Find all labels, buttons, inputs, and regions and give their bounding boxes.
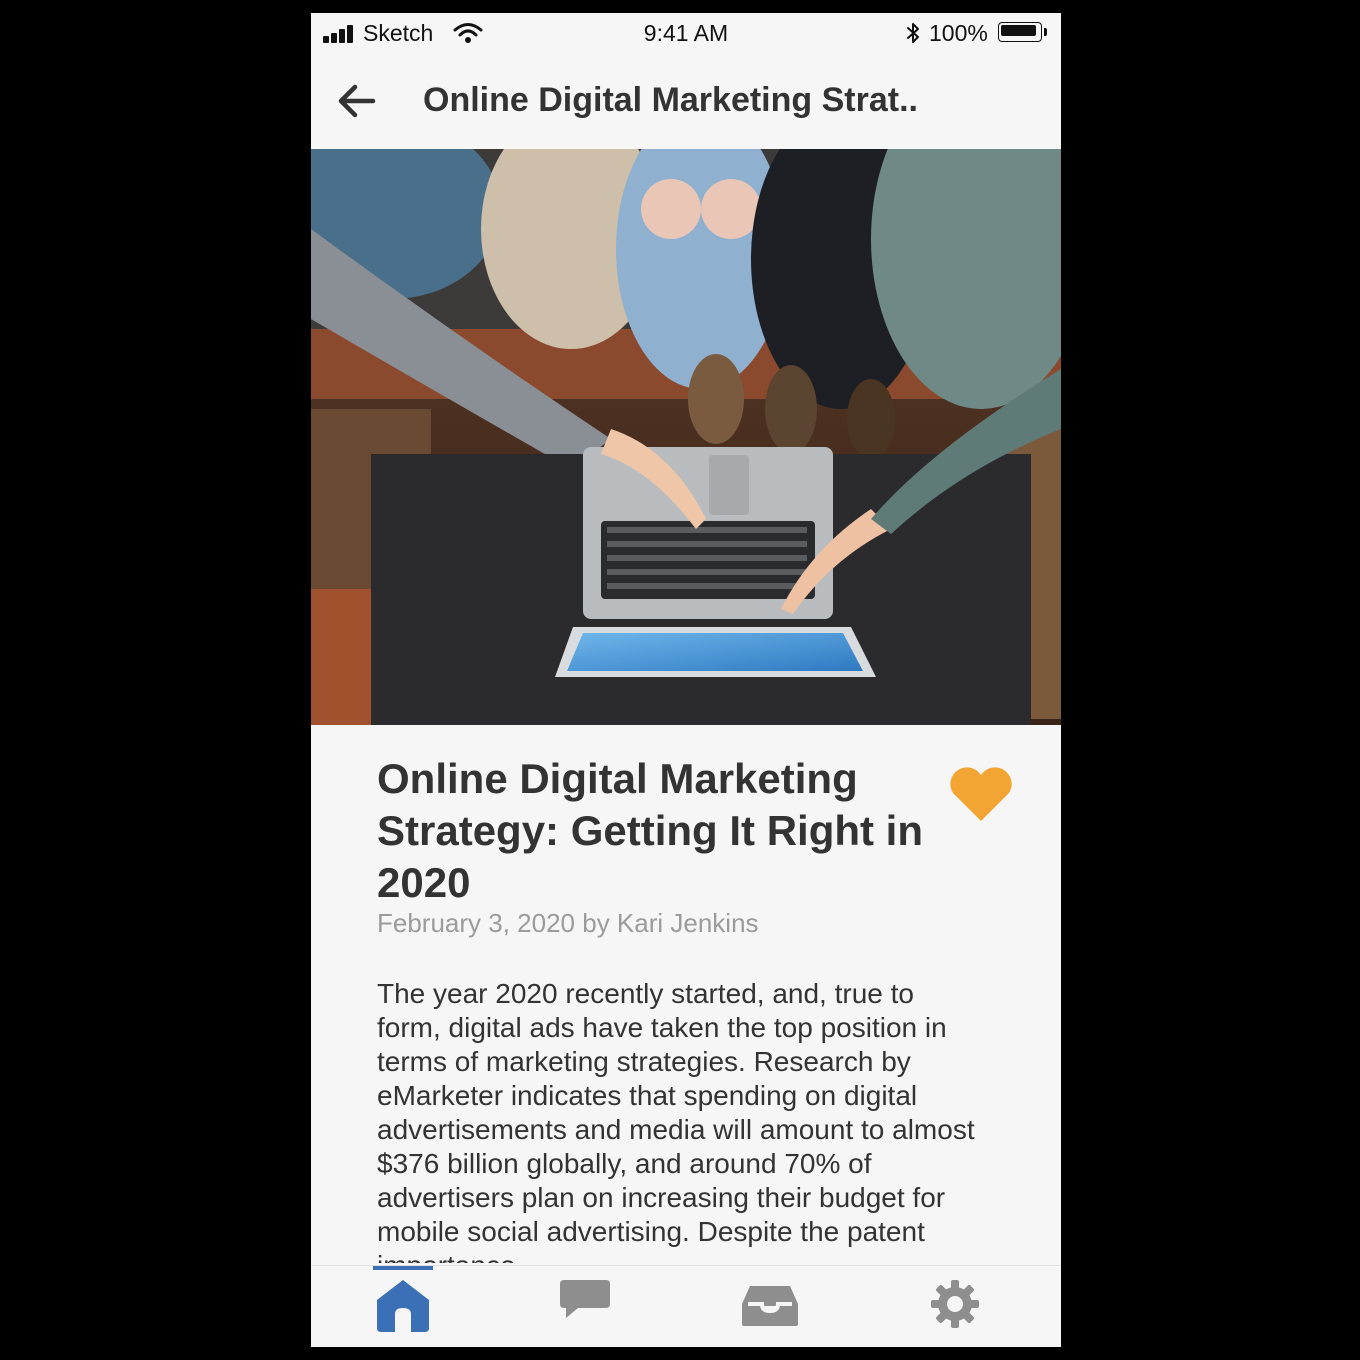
article-meta: February 3, 2020 by Kari Jenkins (377, 908, 759, 938)
tab-settings[interactable] (910, 1266, 1000, 1347)
battery-icon (998, 22, 1048, 44)
heart-icon[interactable] (945, 765, 1017, 825)
bluetooth-icon (907, 23, 919, 43)
home-icon (377, 1280, 429, 1332)
tab-home[interactable] (358, 1266, 448, 1347)
nav-title: Online Digital Marketing Strat.. (423, 81, 918, 119)
article-body: The year 2020 recently started, and, tru… (377, 978, 975, 1263)
battery-percent: 100% (929, 20, 988, 46)
status-bar: Sketch 9:41 AM 100% (311, 13, 1061, 53)
tab-messages[interactable] (540, 1266, 630, 1347)
hero-image (311, 149, 1061, 725)
article-title: Online Digital Marketing Strategy: Getti… (377, 755, 923, 906)
inbox-icon (742, 1286, 798, 1326)
back-arrow-icon[interactable] (333, 79, 387, 123)
settings-icon (931, 1280, 979, 1328)
nav-bar: Online Digital Marketing Strat.. (311, 53, 1061, 149)
tab-inbox[interactable] (725, 1266, 815, 1347)
tab-bar (311, 1265, 1061, 1347)
chat-icon (560, 1280, 610, 1318)
phone-screen: Sketch 9:41 AM 100% Online Digital Marke… (311, 13, 1061, 1347)
